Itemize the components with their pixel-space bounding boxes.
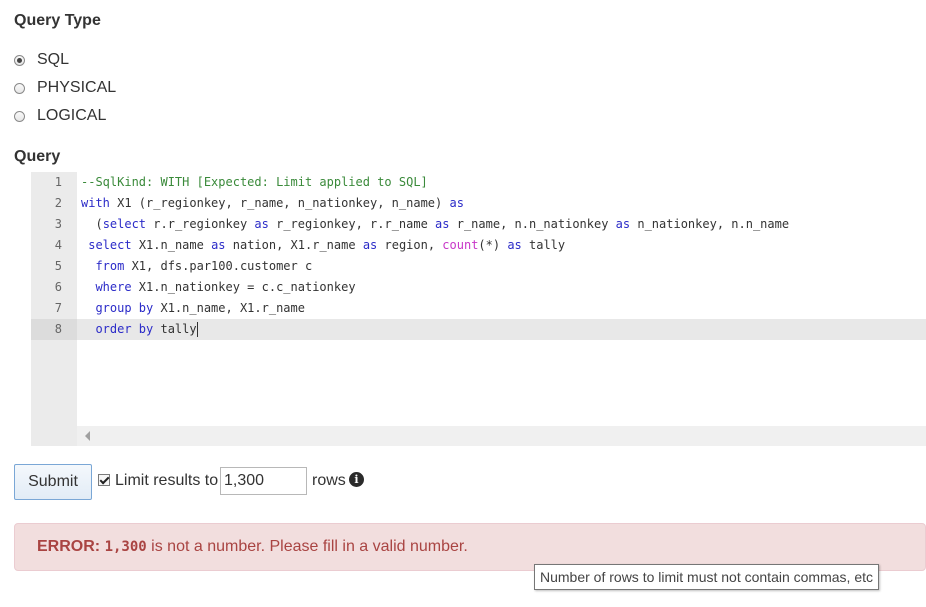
- radio-button-sql[interactable]: [14, 54, 25, 66]
- code-token: tally: [153, 322, 197, 336]
- code-token: r_regionkey, r.r_name: [268, 217, 436, 231]
- validation-tooltip: Number of rows to limit must not contain…: [534, 564, 879, 590]
- code-line[interactable]: where X1.n_nationkey = c.c_nationkey: [81, 277, 356, 298]
- limit-rows-input[interactable]: [220, 467, 307, 495]
- code-token: select: [88, 238, 132, 252]
- line-number: 2: [54, 196, 62, 210]
- error-value: 1,300: [104, 539, 147, 555]
- code-line[interactable]: from X1, dfs.par100.customer c: [81, 256, 312, 277]
- radio-label-logical: LOGICAL: [37, 107, 107, 124]
- code-line[interactable]: --SqlKind: WITH [Expected: Limit applied…: [81, 172, 428, 193]
- line-number: 3: [54, 217, 62, 231]
- code-line[interactable]: with X1 (r_regionkey, r_name, n_nationke…: [81, 193, 464, 214]
- code-token: X1.n_name: [131, 238, 212, 252]
- radio-button-logical[interactable]: [14, 110, 25, 122]
- scroll-left-arrow-icon[interactable]: [85, 431, 90, 441]
- code-token: order by: [95, 322, 154, 336]
- query-type-title: Query Type: [14, 12, 101, 29]
- code-token: (*): [478, 238, 508, 252]
- error-prefix: ERROR:: [37, 538, 101, 555]
- radio-option-logical[interactable]: LOGICAL: [14, 106, 106, 126]
- code-token: count: [442, 238, 479, 252]
- code-token: where: [95, 280, 132, 294]
- code-line[interactable]: select X1.n_name as nation, X1.r_name as…: [81, 235, 565, 256]
- radio-label-physical: PHYSICAL: [37, 79, 117, 96]
- line-number: 7: [54, 301, 62, 315]
- line-number: 5: [54, 259, 62, 273]
- code-token: as: [449, 196, 464, 210]
- code-token: tally: [521, 238, 566, 252]
- code-token: from: [95, 259, 125, 273]
- code-token: X1.n_name, X1.r_name: [153, 301, 305, 315]
- line-number: 8: [54, 322, 62, 336]
- code-token: select: [102, 217, 147, 231]
- code-line[interactable]: (select r.r_regionkey as r_regionkey, r.…: [81, 214, 796, 235]
- code-token: --SqlKind: WITH [Expected: Limit applied…: [81, 175, 428, 189]
- line-number: 4: [54, 238, 62, 252]
- error-message: is not a number. Please fill in a valid …: [151, 538, 468, 555]
- code-token: X1, dfs.par100.customer c: [124, 259, 313, 273]
- code-token: (: [81, 217, 103, 231]
- submit-button[interactable]: Submit: [14, 464, 92, 500]
- radio-option-physical[interactable]: PHYSICAL: [14, 78, 116, 98]
- code-token: n_nationkey, n.n_name: [630, 217, 797, 231]
- code-token: as: [507, 238, 522, 252]
- radio-button-physical[interactable]: [14, 82, 25, 94]
- code-token: X1 (r_regionkey, r_name, n_nationkey, n_…: [109, 196, 450, 210]
- code-line[interactable]: group by X1.n_name, X1.r_name: [81, 298, 305, 319]
- limit-results-checkbox[interactable]: [98, 474, 110, 486]
- line-number: 1: [54, 175, 62, 189]
- code-token: as: [211, 238, 226, 252]
- info-circle-icon[interactable]: i: [349, 472, 364, 487]
- rows-label: rows: [312, 472, 346, 489]
- code-token: with: [81, 196, 110, 210]
- radio-label-sql: SQL: [37, 51, 70, 68]
- horizontal-scrollbar[interactable]: [77, 426, 926, 446]
- code-token: as: [254, 217, 269, 231]
- code-token: r.r_regionkey: [146, 217, 255, 231]
- code-token: region,: [377, 238, 443, 252]
- code-token: X1.n_nationkey = c.c_nationkey: [131, 280, 356, 294]
- code-line[interactable]: order by tally: [81, 319, 198, 340]
- code-token: as: [435, 217, 450, 231]
- code-token: as: [362, 238, 378, 252]
- code-token: group by: [95, 301, 154, 315]
- code-token: nation, X1.r_name: [225, 238, 363, 252]
- query-title: Query: [14, 148, 61, 165]
- line-number: 6: [54, 280, 62, 294]
- text-cursor: [196, 322, 198, 337]
- code-token: r_name, n.n_nationkey: [449, 217, 616, 231]
- code-token: as: [615, 217, 631, 231]
- radio-option-sql[interactable]: SQL: [14, 50, 69, 70]
- limit-results-label: Limit results to: [115, 472, 219, 489]
- query-editor[interactable]: 1 2 3 4 5 6 7 8 --SqlKind: WITH [Expected: Limi…: [31, 172, 926, 446]
